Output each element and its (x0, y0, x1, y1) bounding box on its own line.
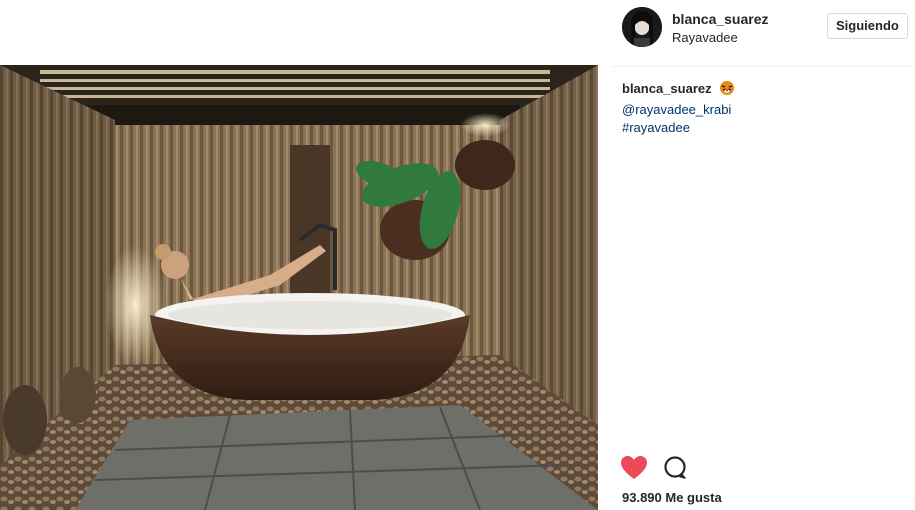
username-link[interactable]: blanca_suarez (672, 11, 769, 27)
caption-username[interactable]: blanca_suarez (622, 81, 712, 96)
bathtub-photo-illustration (0, 65, 598, 510)
post-header: blanca_suarez Rayavadee Siguiendo (612, 0, 915, 67)
hashtag-link[interactable]: #rayavadee (622, 119, 735, 137)
mention-link[interactable]: @rayavadee_krabi (622, 101, 735, 119)
post-photo[interactable] (0, 65, 598, 510)
caption: blanca_suarez @rayavadee_krabi #rayavade… (622, 80, 735, 137)
comment-icon[interactable] (662, 455, 690, 481)
location-link[interactable]: Rayavadee (672, 30, 738, 45)
heart-icon[interactable] (620, 455, 648, 481)
following-button[interactable]: Siguiendo (827, 13, 908, 39)
likes-count[interactable]: 93.890 Me gusta (622, 490, 722, 505)
tiger-emoji-icon (719, 80, 735, 101)
avatar-image (622, 7, 662, 47)
avatar[interactable] (622, 7, 662, 47)
